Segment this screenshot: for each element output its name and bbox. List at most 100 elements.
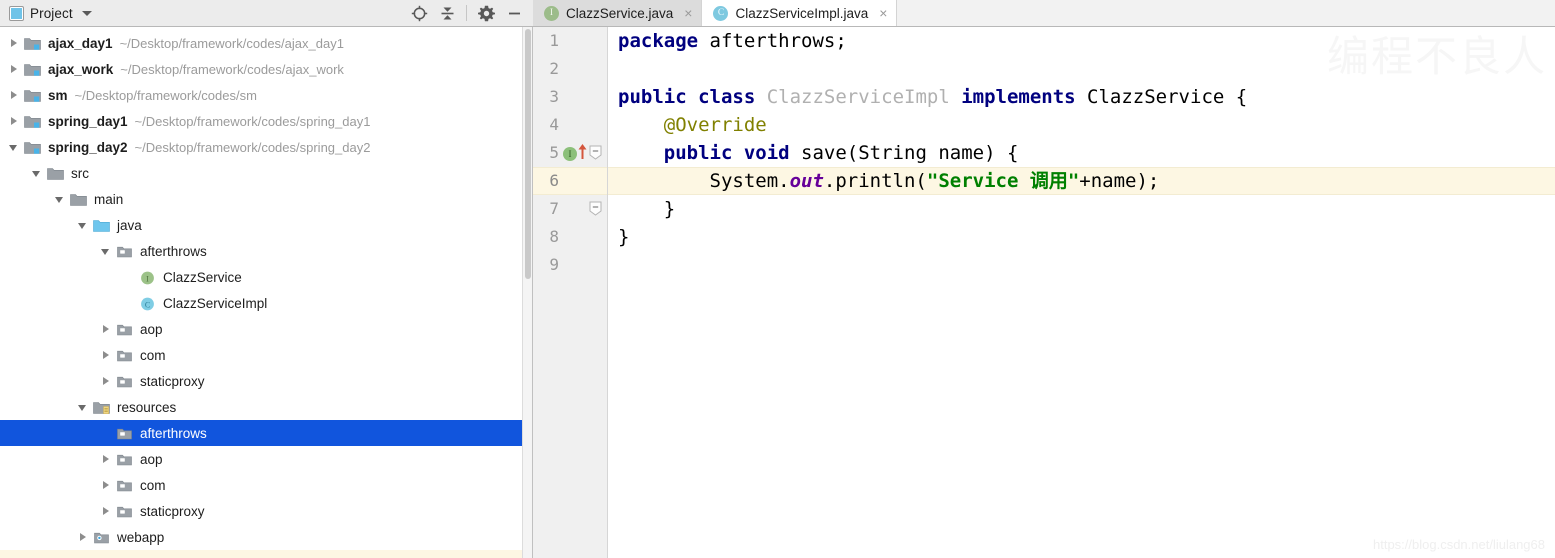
folder-icon: [47, 166, 65, 181]
tree-item-src[interactable]: src: [0, 160, 532, 186]
editor-tab-2[interactable]: C ClazzServiceImpl.java ×: [702, 0, 898, 26]
chevron-right-icon[interactable]: [8, 63, 21, 76]
tree-item-resources[interactable]: resources: [0, 394, 532, 420]
gutter-line-1[interactable]: 1: [533, 27, 607, 55]
web-folder-icon: [93, 530, 111, 545]
code-area[interactable]: package afterthrows; public class ClazzS…: [608, 27, 1555, 558]
code-editor[interactable]: 1 2 3 4 5I 6 7 8 9 package afterthrows; public…: [533, 27, 1555, 558]
editor-tab-1[interactable]: I ClazzService.java ×: [533, 0, 703, 26]
locate-icon[interactable]: [406, 1, 432, 25]
gutter-line-5[interactable]: 5I: [533, 139, 607, 167]
code-line-9[interactable]: [608, 251, 1555, 279]
tree-item-main[interactable]: main: [0, 186, 532, 212]
tree-item-label: ClazzServiceImpl: [163, 295, 268, 311]
tree-item-clazzservice[interactable]: I ClazzService: [0, 264, 532, 290]
gutter-line-8[interactable]: 8: [533, 223, 607, 251]
tree-item-spring-day1[interactable]: spring_day1 ~/Desktop/framework/codes/spr…: [0, 108, 532, 134]
code-token: "Service 调用": [926, 170, 1080, 192]
chevron-right-icon[interactable]: [77, 531, 90, 544]
chevron-right-icon[interactable]: [100, 323, 113, 336]
close-icon[interactable]: ×: [879, 6, 887, 20]
editor-gutter[interactable]: 1 2 3 4 5I 6 7 8 9: [533, 27, 608, 558]
minimize-icon[interactable]: [501, 1, 527, 25]
tree-item-path: ~/Desktop/framework/codes/sm: [74, 87, 257, 103]
gutter-line-6[interactable]: 6: [533, 167, 607, 195]
code-line-6[interactable]: System.out.println("Service 调用"+name);: [608, 167, 1555, 195]
gutter-line-2[interactable]: 2: [533, 55, 607, 83]
tree-item-ajax-work[interactable]: ajax_work ~/Desktop/framework/codes/ajax_…: [0, 56, 532, 82]
chevron-right-icon[interactable]: [100, 375, 113, 388]
chevron-down-icon[interactable]: [81, 10, 92, 16]
tree-item-label: staticproxy: [140, 373, 205, 389]
gutter-line-9[interactable]: 9: [533, 251, 607, 279]
interface-icon: I: [544, 5, 559, 21]
chevron-down-icon[interactable]: [31, 167, 44, 180]
tree-item-aop[interactable]: aop: [0, 316, 532, 342]
chevron-right-icon[interactable]: [100, 453, 113, 466]
code-token: }: [618, 226, 630, 248]
gear-icon[interactable]: [473, 1, 499, 25]
chevron-right-icon[interactable]: [100, 349, 113, 362]
chevron-down-icon[interactable]: [100, 245, 113, 258]
tree-item-spring-day2[interactable]: spring_day2 ~/Desktop/framework/codes/spr…: [0, 134, 532, 160]
chevron-right-icon[interactable]: [8, 115, 21, 128]
code-fold-icon[interactable]: [589, 145, 602, 160]
implementing-method-icon[interactable]: I: [563, 144, 587, 165]
code-token: System.: [618, 170, 790, 192]
code-token: .println(: [823, 170, 927, 192]
code-line-1[interactable]: package afterthrows;: [608, 27, 1555, 55]
tree-item-staticproxy[interactable]: staticproxy: [0, 498, 532, 524]
collapse-all-icon[interactable]: [434, 1, 460, 25]
package-icon: [116, 478, 134, 493]
tree-item-target[interactable]: target: [0, 550, 532, 558]
line-number: 3: [549, 87, 559, 106]
gutter-line-7[interactable]: 7: [533, 195, 607, 223]
tree-item-staticproxy[interactable]: staticproxy: [0, 368, 532, 394]
tree-item-afterthrows[interactable]: afterthrows: [0, 420, 532, 446]
code-line-7[interactable]: }: [608, 195, 1555, 223]
chevron-down-icon[interactable]: [77, 219, 90, 232]
code-line-5[interactable]: public void save(String name) {: [608, 139, 1555, 167]
gutter-line-4[interactable]: 4: [533, 111, 607, 139]
close-icon[interactable]: ×: [684, 6, 692, 20]
chevron-right-icon[interactable]: [100, 479, 113, 492]
chevron-right-icon[interactable]: [8, 37, 21, 50]
tree-item-com[interactable]: com: [0, 342, 532, 368]
editor-tab-label: ClazzService.java: [566, 5, 674, 21]
tree-item-java[interactable]: java: [0, 212, 532, 238]
tree-item-com[interactable]: com: [0, 472, 532, 498]
line-number: 2: [549, 59, 559, 78]
code-line-2[interactable]: [608, 55, 1555, 83]
tree-item-label: aop: [140, 451, 163, 467]
sidebar-scrollbar[interactable]: [522, 27, 532, 558]
code-fold-icon[interactable]: [589, 201, 602, 216]
toolbar-separator: [466, 5, 467, 21]
project-panel-title-group[interactable]: Project: [9, 5, 92, 21]
chevron-down-icon[interactable]: [54, 193, 67, 206]
tree-item-label: spring_day2: [48, 139, 128, 155]
tree-item-webapp[interactable]: webapp: [0, 524, 532, 550]
tree-item-sm[interactable]: sm ~/Desktop/framework/codes/sm: [0, 82, 532, 108]
module-folder-icon: [24, 114, 42, 129]
chevron-right-icon[interactable]: [8, 89, 21, 102]
code-line-4[interactable]: @Override: [608, 111, 1555, 139]
gutter-line-3[interactable]: 3: [533, 83, 607, 111]
tree-item-label: com: [140, 347, 166, 363]
chevron-down-icon[interactable]: [77, 401, 90, 414]
tree-item-aop[interactable]: aop: [0, 446, 532, 472]
code-line-8[interactable]: }: [608, 223, 1555, 251]
code-token: +name);: [1079, 170, 1160, 192]
tree-item-clazzserviceimpl[interactable]: C ClazzServiceImpl: [0, 290, 532, 316]
tree-item-label: afterthrows: [140, 243, 207, 259]
tree-item-ajax-day1[interactable]: ajax_day1 ~/Desktop/framework/codes/ajax_…: [0, 30, 532, 56]
code-line-3[interactable]: public class ClazzServiceImpl implements…: [608, 83, 1555, 111]
chevron-down-icon[interactable]: [8, 141, 21, 154]
chevron-right-icon[interactable]: [100, 505, 113, 518]
tree-item-afterthrows[interactable]: afterthrows: [0, 238, 532, 264]
tree-item-label: java: [117, 217, 142, 233]
sidebar-scrollbar-thumb[interactable]: [525, 29, 531, 279]
